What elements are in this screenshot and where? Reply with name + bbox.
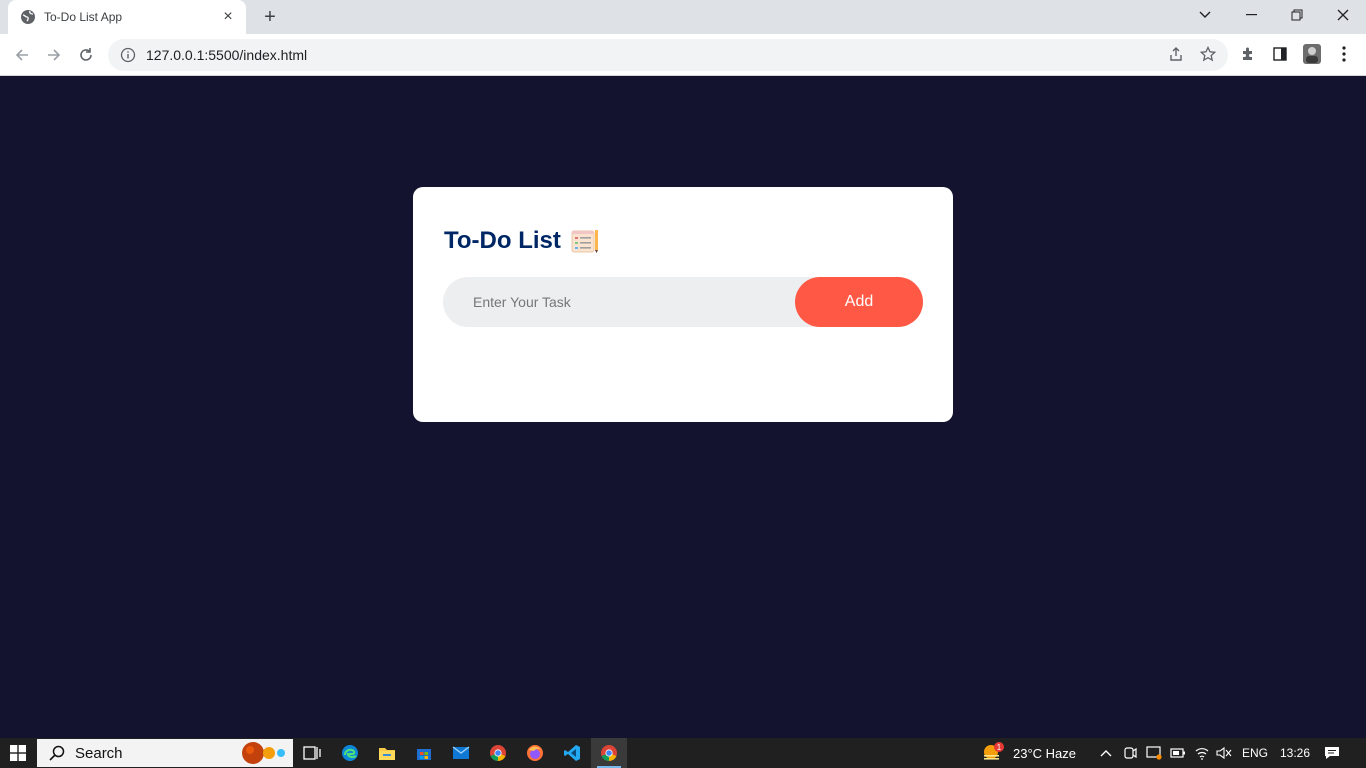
- search-highlight-planets-icon: [237, 741, 287, 765]
- minimize-button[interactable]: [1228, 0, 1274, 30]
- forward-button[interactable]: [40, 41, 68, 69]
- meet-now-icon[interactable]: [1120, 738, 1140, 768]
- menu-kebab-icon[interactable]: [1332, 42, 1356, 66]
- app-title-text: To-Do List: [444, 227, 561, 254]
- device-status-icon[interactable]: [1144, 738, 1164, 768]
- taskbar-search-box[interactable]: Search: [37, 739, 293, 767]
- search-icon: [49, 745, 65, 761]
- url-text: 127.0.0.1:5500/index.html: [146, 47, 308, 63]
- reload-button[interactable]: [72, 41, 100, 69]
- extensions-icon[interactable]: [1236, 42, 1260, 66]
- notifications-icon[interactable]: [1322, 738, 1342, 768]
- chrome-active-window-icon[interactable]: [591, 738, 627, 768]
- weather-haze-icon[interactable]: 1: [980, 738, 1006, 768]
- tab-search-button[interactable]: [1182, 0, 1228, 30]
- site-info-icon[interactable]: [120, 47, 136, 63]
- globe-icon: [20, 9, 36, 25]
- bookmark-star-icon[interactable]: [1196, 42, 1220, 66]
- close-tab-icon[interactable]: ×: [220, 9, 236, 25]
- windows-start-button[interactable]: [0, 738, 36, 768]
- new-tab-button[interactable]: +: [258, 6, 282, 28]
- task-view-icon[interactable]: [294, 738, 330, 768]
- share-icon[interactable]: [1164, 42, 1188, 66]
- wifi-icon[interactable]: [1192, 738, 1212, 768]
- windows-taskbar: Search 1 23°C Haze ENG 13:26: [0, 738, 1366, 768]
- microsoft-store-icon[interactable]: [406, 738, 442, 768]
- tab-title: To-Do List App: [44, 10, 123, 24]
- firefox-icon[interactable]: [517, 738, 553, 768]
- close-window-button[interactable]: [1320, 0, 1366, 30]
- mail-icon[interactable]: [443, 738, 479, 768]
- weather-text[interactable]: 23°C Haze: [1013, 738, 1076, 768]
- browser-tab[interactable]: To-Do List App ×: [8, 0, 246, 34]
- search-label: Search: [75, 744, 123, 762]
- chrome-icon[interactable]: [480, 738, 516, 768]
- notepad-checklist-icon: [571, 228, 599, 254]
- battery-icon[interactable]: [1168, 738, 1188, 768]
- edge-browser-icon[interactable]: [332, 738, 368, 768]
- language-indicator[interactable]: ENG: [1242, 738, 1268, 768]
- page-viewport: To-Do List Add: [0, 77, 1366, 738]
- task-input[interactable]: [443, 277, 803, 327]
- restore-button[interactable]: [1274, 0, 1320, 30]
- chevron-up-icon[interactable]: [1096, 738, 1116, 768]
- profile-avatar[interactable]: [1300, 42, 1324, 66]
- todo-card: To-Do List Add: [413, 187, 953, 422]
- file-explorer-icon[interactable]: [369, 738, 405, 768]
- clock[interactable]: 13:26: [1280, 738, 1310, 768]
- side-panel-icon[interactable]: [1268, 42, 1292, 66]
- task-input-row: Add: [443, 277, 923, 327]
- vscode-icon[interactable]: [554, 738, 590, 768]
- app-title: To-Do List: [444, 227, 599, 255]
- volume-muted-icon[interactable]: [1214, 738, 1234, 768]
- weather-alert-badge: 1: [997, 743, 1002, 752]
- browser-toolbar: 127.0.0.1:5500/index.html: [0, 34, 1366, 76]
- browser-tab-strip: To-Do List App × +: [0, 0, 1366, 34]
- back-button[interactable]: [8, 41, 36, 69]
- address-bar[interactable]: 127.0.0.1:5500/index.html: [108, 39, 1228, 71]
- add-task-button[interactable]: Add: [795, 277, 923, 327]
